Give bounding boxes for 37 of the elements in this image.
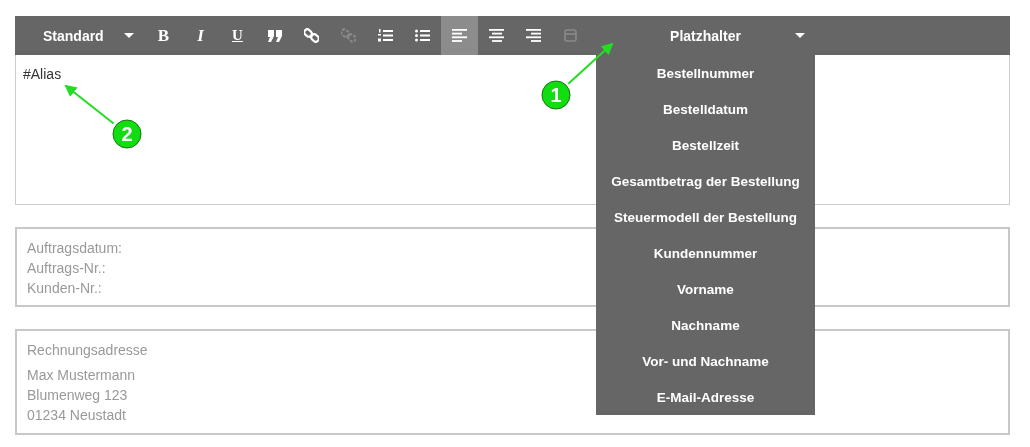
annotation-arrow [64, 84, 115, 125]
quote-icon [267, 29, 282, 42]
menu-item[interactable]: E-Mail-Adresse [596, 379, 815, 415]
annotation-badge: 2 [112, 119, 142, 149]
menu-item[interactable]: Gesamtbetrag der Bestellung [596, 163, 815, 199]
align-right-icon [526, 29, 541, 42]
italic-button[interactable]: I [182, 16, 219, 55]
editor-text: #Alias [23, 66, 62, 82]
format-dropdown[interactable]: Standard [15, 16, 145, 55]
address-heading: Rechnungsadresse [27, 341, 148, 360]
align-left-icon [452, 29, 467, 42]
annotation-badge: 1 [541, 80, 571, 110]
caret-icon [795, 33, 805, 38]
bullet-list-icon [415, 29, 430, 42]
field-label: Auftragsdatum: [27, 239, 122, 258]
caret-icon [123, 33, 134, 38]
menu-item[interactable]: Bestellnummer [596, 55, 815, 91]
address-line: Blumenweg 123 [27, 386, 128, 405]
underline-button[interactable]: U [219, 16, 256, 55]
field-label: Auftrags-Nr.: [27, 259, 106, 278]
menu-item[interactable]: Bestellzeit [596, 127, 815, 163]
numbered-list-icon [378, 29, 393, 42]
field-label: Kunden-Nr.: [27, 279, 102, 298]
menu-item[interactable]: Kundennummer [596, 235, 815, 271]
address-line: Max Mustermann [27, 366, 136, 385]
menu-item[interactable]: Nachname [596, 307, 815, 343]
menu-item[interactable]: Vor- und Nachname [596, 343, 815, 379]
address-line: 01234 Neustadt [27, 406, 126, 425]
menu-item[interactable]: Bestelldatum [596, 91, 815, 127]
menu-item[interactable]: Vorname [596, 271, 815, 307]
bold-button[interactable]: B [145, 16, 182, 55]
placeholder-dropdown[interactable]: Platzhalter [596, 16, 815, 55]
align-center-icon [489, 29, 504, 42]
align-left-button[interactable] [441, 16, 478, 55]
annotation-arrow [567, 42, 614, 85]
broken-link-icon [341, 28, 356, 43]
link-icon [304, 28, 319, 43]
